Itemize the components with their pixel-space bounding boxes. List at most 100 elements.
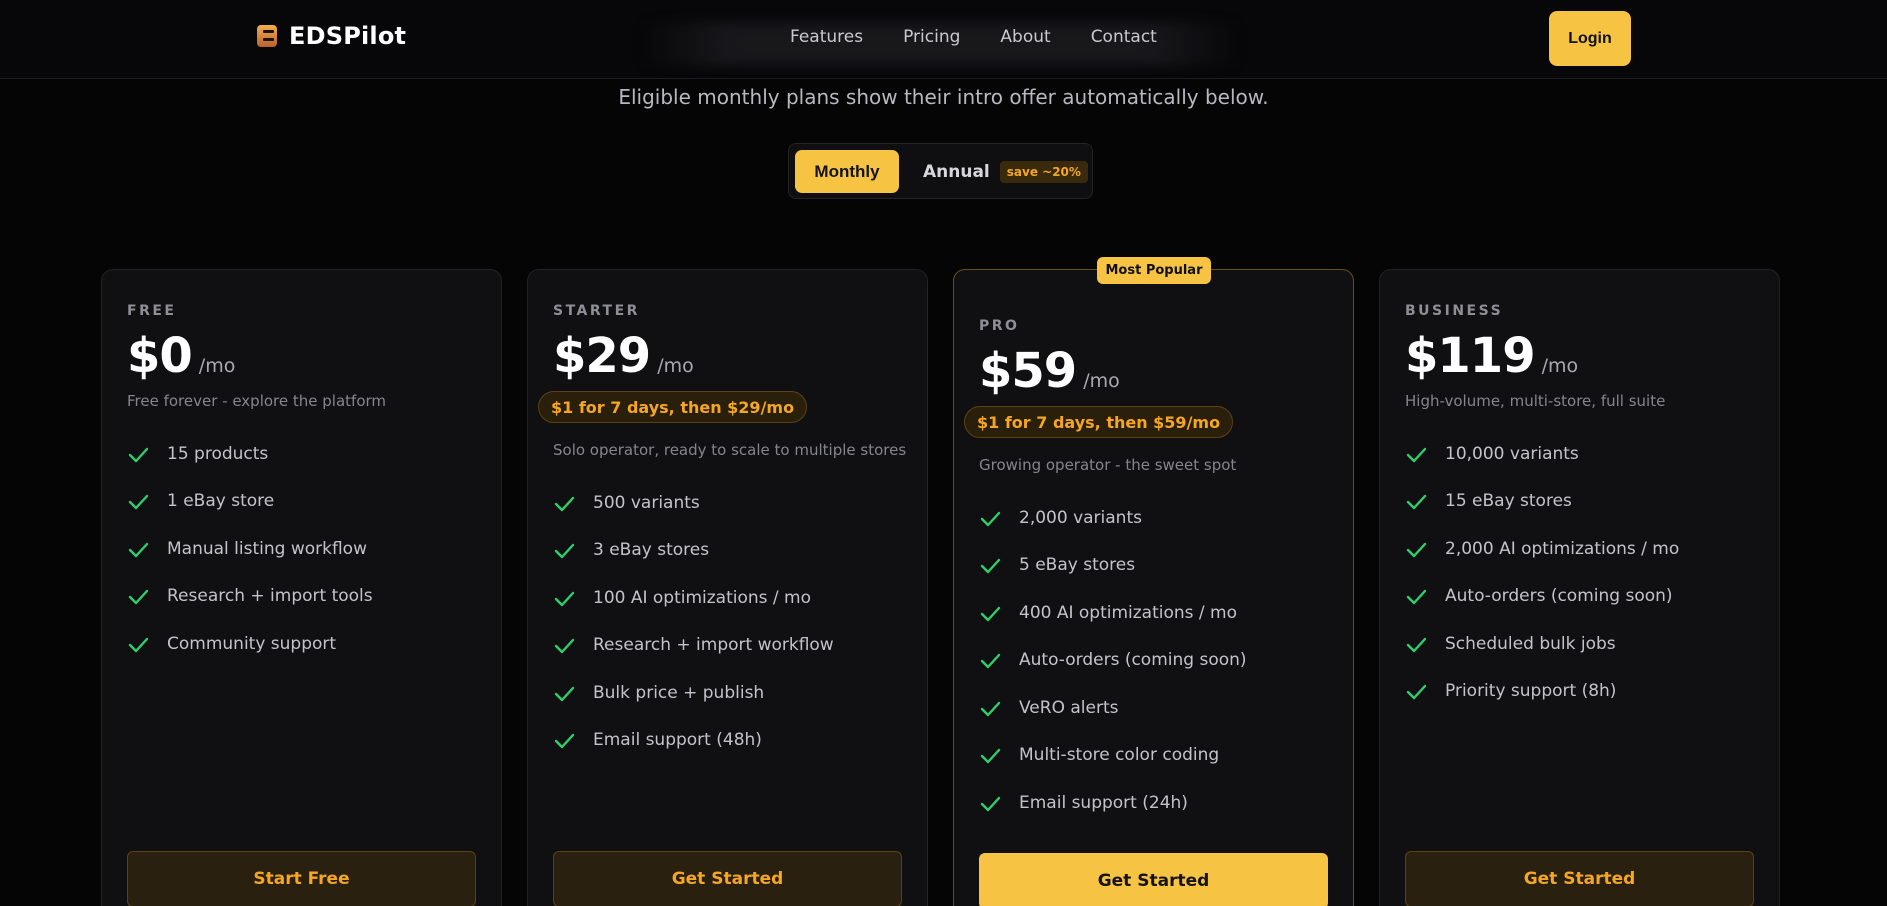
check-icon	[127, 585, 149, 607]
check-icon	[553, 539, 575, 561]
feature-text: Scheduled bulk jobs	[1445, 633, 1616, 654]
nav-link-contact[interactable]: Contact	[1091, 27, 1157, 47]
plan-price: $119	[1405, 328, 1536, 384]
annual-toggle-button[interactable]: Annual save ~20%	[923, 150, 1088, 193]
top-navbar: EDSPilot Features Pricing About Contact …	[0, 0, 1887, 79]
plan-price: $29	[553, 328, 651, 384]
check-icon	[979, 554, 1001, 576]
feature-text: Research + import workflow	[593, 635, 834, 656]
feature-item: Email support (24h)	[979, 779, 1247, 827]
plan-feature-list: 15 products 1 eBay store Manual listing wo…	[127, 430, 373, 668]
brand-name: EDSPilot	[289, 22, 407, 50]
check-icon	[553, 587, 575, 609]
check-icon	[1405, 443, 1427, 465]
feature-item: 2,000 AI optimizations / mo	[1405, 525, 1679, 573]
plan-price: $59	[979, 343, 1077, 399]
plan-feature-list: 2,000 variants 5 eBay stores 400 AI optimi…	[979, 494, 1247, 827]
check-icon	[1405, 538, 1427, 560]
check-icon	[127, 443, 149, 465]
pricing-subtitle: Eligible monthly plans show their intro …	[618, 85, 1269, 109]
feature-item: 3 eBay stores	[553, 527, 834, 575]
feature-text: 400 AI optimizations / mo	[1019, 602, 1238, 623]
get-started-button-starter[interactable]: Get Started	[553, 851, 902, 906]
plan-description: Free forever - explore the platform	[127, 392, 387, 410]
nav-link-about[interactable]: About	[1000, 27, 1050, 47]
feature-item: Bulk price + publish	[553, 669, 834, 717]
check-icon	[553, 729, 575, 751]
most-popular-badge: Most Popular	[1097, 257, 1211, 284]
feature-item: VeRO alerts	[979, 684, 1247, 732]
plan-price-row: $0 /mo	[127, 328, 235, 384]
feature-text: 15 eBay stores	[1445, 491, 1572, 512]
feature-text: Manual listing workflow	[167, 538, 367, 559]
nav-link-features[interactable]: Features	[790, 27, 863, 47]
plan-period: /mo	[198, 355, 236, 377]
feature-text: 100 AI optimizations / mo	[593, 587, 812, 608]
plan-card-business: BUSINESS $119 /mo High-volume, multi-sto…	[1379, 269, 1780, 906]
check-icon	[127, 633, 149, 655]
feature-item: 10,000 variants	[1405, 430, 1679, 478]
check-icon	[127, 490, 149, 512]
check-icon	[979, 792, 1001, 814]
check-icon	[1405, 633, 1427, 655]
feature-text: Bulk price + publish	[593, 682, 765, 703]
check-icon	[1405, 680, 1427, 702]
intro-offer-badge: $1 for 7 days, then $29/mo	[538, 391, 808, 423]
feature-item: 400 AI optimizations / mo	[979, 589, 1247, 637]
nav-link-pricing[interactable]: Pricing	[903, 27, 960, 47]
start-free-button[interactable]: Start Free	[127, 851, 476, 906]
plan-price: $0	[127, 328, 193, 384]
check-icon	[1405, 585, 1427, 607]
check-icon	[553, 492, 575, 514]
plan-period: /mo	[657, 355, 694, 377]
feature-item: 500 variants	[553, 479, 834, 527]
feature-item: Auto-orders (coming soon)	[1405, 573, 1679, 621]
feature-item: Scheduled bulk jobs	[1405, 620, 1679, 668]
plan-description: High-volume, multi-store, full suite	[1405, 392, 1666, 410]
feature-text: Community support	[167, 633, 337, 654]
plan-feature-list: 500 variants 3 eBay stores 100 AI optimiza…	[553, 479, 834, 764]
plan-card-free: FREE $0 /mo Free forever - explore the p…	[101, 269, 502, 906]
get-started-button-business[interactable]: Get Started	[1405, 851, 1754, 906]
plan-price-row: $119 /mo	[1405, 328, 1578, 384]
check-icon	[979, 507, 1001, 529]
annual-label: Annual	[923, 161, 990, 182]
plan-tier: STARTER	[553, 303, 640, 319]
check-icon	[979, 602, 1001, 624]
plan-tier: PRO	[979, 318, 1020, 334]
login-button[interactable]: Login	[1549, 11, 1631, 66]
plan-tier: BUSINESS	[1405, 303, 1504, 319]
feature-text: 500 variants	[593, 492, 700, 513]
plan-period: /mo	[1541, 355, 1579, 377]
feature-item: 2,000 variants	[979, 494, 1247, 542]
feature-item: 15 products	[127, 430, 373, 478]
feature-text: Email support (24h)	[1019, 792, 1188, 813]
monthly-toggle-button[interactable]: Monthly	[795, 150, 899, 193]
pricing-page: EDSPilot Features Pricing About Contact …	[0, 0, 1887, 906]
feature-item: Auto-orders (coming soon)	[979, 637, 1247, 685]
plan-price-row: $59 /mo	[979, 343, 1120, 399]
feature-text: Auto-orders (coming soon)	[1445, 586, 1673, 607]
feature-item: 1 eBay store	[127, 478, 373, 526]
plan-tier: FREE	[127, 303, 177, 319]
feature-text: 3 eBay stores	[593, 540, 710, 561]
plan-description: Growing operator - the sweet spot	[979, 456, 1237, 474]
check-icon	[127, 538, 149, 560]
feature-item: Email support (48h)	[553, 717, 834, 765]
plan-price-row: $29 /mo	[553, 328, 694, 384]
feature-item: Multi-store color coding	[979, 732, 1247, 780]
feature-item: 100 AI optimizations / mo	[553, 574, 834, 622]
feature-item: Research + import workflow	[553, 622, 834, 670]
feature-text: 1 eBay store	[167, 491, 275, 512]
feature-text: 2,000 variants	[1019, 507, 1142, 528]
feature-text: Email support (48h)	[593, 730, 762, 751]
intro-offer-badge: $1 for 7 days, then $59/mo	[964, 406, 1234, 438]
get-started-button-pro[interactable]: Get Started	[979, 853, 1328, 906]
check-icon	[553, 634, 575, 656]
feature-text: 10,000 variants	[1445, 443, 1579, 464]
stacked-bars-logo-icon	[257, 25, 277, 47]
plan-period: /mo	[1083, 370, 1120, 392]
plan-card-pro: PRO $59 /mo $1 for 7 days, then $59/mo G…	[953, 269, 1354, 906]
check-icon	[979, 649, 1001, 671]
brand[interactable]: EDSPilot	[257, 22, 406, 50]
